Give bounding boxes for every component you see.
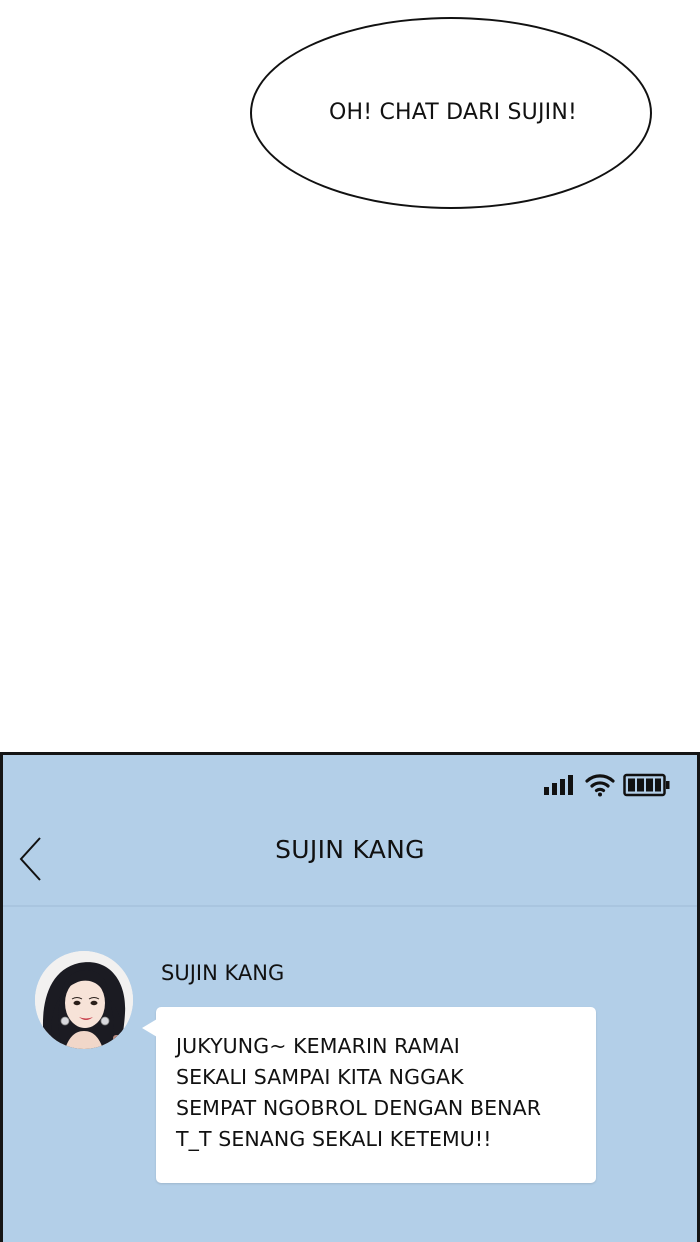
message-bubble[interactable]: JUKYUNG~ KEMARIN RAMAI SEKALI SAMPAI KIT…	[142, 1007, 596, 1183]
status-bar	[543, 771, 671, 799]
chat-title: SUJIN KANG	[275, 835, 425, 864]
speech-bubble-text: OH! CHAT DARI SUJIN!	[328, 99, 578, 125]
chat-screen: SUJIN KANG SUJIN KANG JUKYUNG~ KEMARIN R…	[0, 752, 700, 1242]
bubble-tail	[142, 1019, 157, 1037]
chat-header: SUJIN KANG	[3, 813, 697, 907]
wifi-icon	[585, 774, 615, 797]
speech-bubble: OH! CHAT DARI SUJIN!	[250, 17, 652, 209]
message-line: JUKYUNG~ KEMARIN RAMAI	[176, 1034, 460, 1058]
message-line: SEMPAT NGOBROL DENGAN BENAR	[176, 1096, 542, 1120]
avatar-portrait	[35, 951, 133, 1049]
sender-name: SUJIN KANG	[161, 961, 285, 985]
message-line: SEKALI SAMPAI KITA NGGAK	[176, 1065, 464, 1089]
message-line: T_T SENANG SEKALI KETEMU!!	[176, 1127, 492, 1151]
battery-icon	[623, 773, 670, 797]
avatar[interactable]	[35, 951, 133, 1049]
signal-icon	[544, 775, 573, 795]
